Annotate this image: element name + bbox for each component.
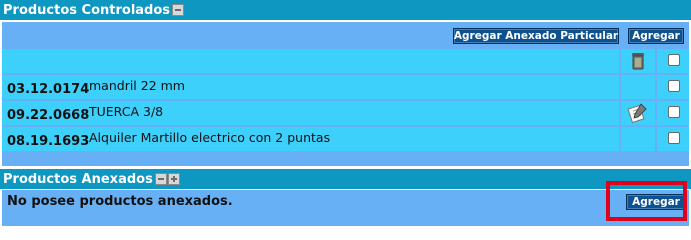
row-checkbox[interactable] [668, 106, 680, 118]
product-code: 09.22.0668 [7, 108, 90, 123]
table-row: 03.12.0174 mandril 22 mm [2, 75, 689, 99]
table-row: 08.19.1693 Alquiler Martillo electrico c… [2, 127, 689, 151]
collapse-icon[interactable] [154, 173, 167, 185]
product-description: TUERCA 3/8 [89, 104, 164, 119]
attached-panel: No posee productos anexados. Agregar [2, 190, 689, 226]
controlled-section-title: Productos Controlados [3, 2, 171, 18]
edit-pencil-icon[interactable] [621, 101, 655, 125]
collapse-icon[interactable] [172, 4, 185, 16]
attached-section-header: Productos Anexados [0, 169, 691, 189]
select-all-checkbox[interactable] [668, 54, 680, 66]
add-controlled-button[interactable]: Agregar [628, 28, 684, 44]
row-checkbox[interactable] [668, 132, 680, 144]
controlled-section-header: Productos Controlados [0, 0, 691, 20]
controlled-panel: Agregar Anexado Particular Agregar 03.12… [2, 22, 689, 166]
expand-icon[interactable] [167, 173, 180, 185]
product-code: 03.12.0174 [7, 82, 90, 97]
empty-attached-message: No posee productos anexados. [7, 194, 233, 209]
row-checkbox[interactable] [668, 80, 680, 92]
product-description: mandril 22 mm [89, 78, 185, 93]
add-attached-particular-button[interactable]: Agregar Anexado Particular [453, 28, 619, 44]
attached-section-title: Productos Anexados [3, 171, 153, 187]
product-description: Alquiler Martillo electrico con 2 puntas [89, 130, 331, 145]
table-header-row [2, 49, 689, 73]
table-row: 09.22.0668 TUERCA 3/8 [2, 101, 689, 125]
add-attached-button[interactable]: Agregar [626, 194, 686, 210]
product-code: 08.19.1693 [7, 134, 90, 149]
delete-icon[interactable] [621, 49, 655, 73]
